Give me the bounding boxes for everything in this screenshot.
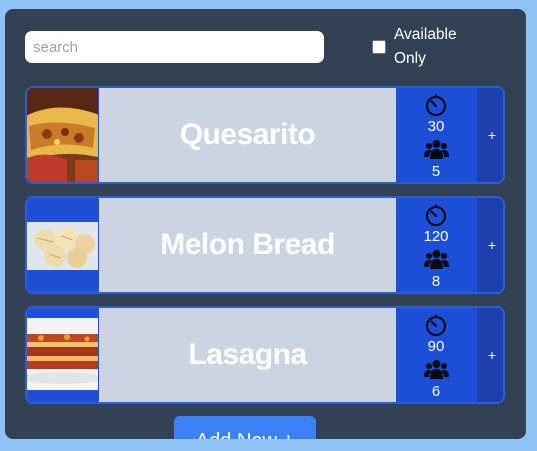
prep-time: 90 bbox=[427, 338, 445, 355]
timer-icon bbox=[426, 94, 446, 116]
recipe-card-quesarito[interactable]: Quesarito 30 5 + bbox=[25, 86, 505, 184]
recipe-name-area[interactable]: Quesarito bbox=[99, 88, 396, 182]
add-new-button[interactable]: Add New + bbox=[174, 416, 316, 439]
servings: 6 bbox=[431, 383, 441, 400]
add-to-list-button[interactable]: + bbox=[477, 88, 503, 182]
timer-icon bbox=[426, 314, 446, 336]
recipe-name-area[interactable]: Melon Bread bbox=[99, 198, 396, 292]
people-icon bbox=[424, 360, 449, 379]
servings: 8 bbox=[431, 273, 441, 290]
people-icon bbox=[424, 250, 449, 269]
recipe-name-area[interactable]: Lasagna bbox=[99, 308, 396, 402]
prep-time: 120 bbox=[423, 228, 449, 245]
recipe-thumbnail bbox=[27, 88, 98, 182]
recipe-meta: 90 6 bbox=[396, 308, 476, 402]
recipe-name: Melon Bread bbox=[160, 228, 335, 261]
servings: 5 bbox=[431, 163, 441, 180]
available-only-filter[interactable]: Available Only bbox=[372, 23, 512, 71]
people-icon bbox=[424, 140, 449, 159]
available-only-checkbox[interactable] bbox=[372, 40, 386, 54]
recipe-name: Lasagna bbox=[188, 338, 307, 371]
search-input[interactable] bbox=[25, 31, 324, 63]
recipe-card-melon-bread[interactable]: Melon Bread 120 8 + bbox=[25, 196, 505, 294]
add-to-list-button[interactable]: + bbox=[477, 198, 503, 292]
add-to-list-button[interactable]: + bbox=[477, 308, 503, 402]
recipe-thumbnail bbox=[27, 308, 98, 402]
recipe-panel: Available Only Quesarito bbox=[5, 9, 526, 439]
recipe-meta: 30 5 bbox=[396, 88, 476, 182]
timer-icon bbox=[426, 204, 446, 226]
prep-time: 30 bbox=[427, 118, 445, 135]
recipe-meta: 120 8 bbox=[396, 198, 476, 292]
recipe-name: Quesarito bbox=[179, 118, 316, 151]
available-only-label: Available Only bbox=[394, 26, 457, 67]
recipe-card-lasagna[interactable]: Lasagna 90 6 + bbox=[25, 306, 505, 404]
recipe-thumbnail bbox=[27, 198, 98, 292]
